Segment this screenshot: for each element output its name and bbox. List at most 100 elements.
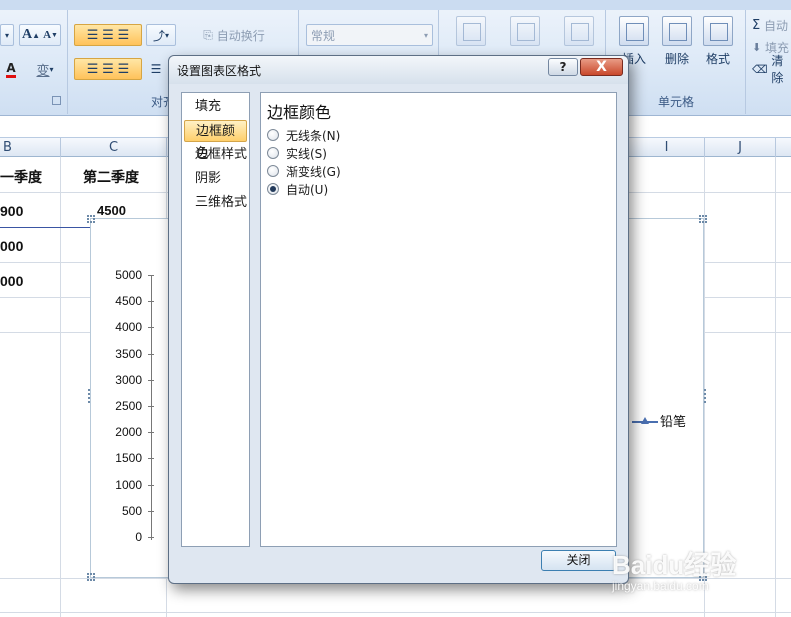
cell-c3[interactable]: 4500 <box>97 203 126 218</box>
format-button[interactable]: 格式 <box>695 14 741 90</box>
number-format-dropdown[interactable]: 常规 ▾ <box>306 24 433 46</box>
column-header-j[interactable]: J <box>705 138 776 157</box>
indent-button[interactable]: ☰ <box>146 58 166 80</box>
indent-icon: ☰ <box>150 62 162 76</box>
option-no-line[interactable]: 无线条(N) <box>267 127 340 143</box>
legend-line-marker-icon <box>632 416 658 424</box>
resize-handle[interactable] <box>701 389 706 403</box>
nav-border-style[interactable]: 边框样式 <box>184 144 247 166</box>
y-tick-label: 2000 <box>115 425 142 440</box>
resize-handle[interactable] <box>87 215 95 223</box>
panel-title: 边框颜色 <box>267 103 332 122</box>
legend-entry: 铅笔 <box>660 415 687 430</box>
delete-button[interactable]: 删除 <box>654 14 700 90</box>
watermark-logo: Baidu经验 <box>612 550 737 580</box>
align-center-icon: ☰ <box>102 61 114 77</box>
chart-legend[interactable]: 铅笔 <box>632 411 686 430</box>
radio-button[interactable] <box>267 147 279 159</box>
y-tick-label: 2500 <box>115 399 142 413</box>
dialog-title: 设置图表区格式 <box>177 64 262 78</box>
close-button[interactable]: 关闭 <box>541 550 616 571</box>
wrap-text-button[interactable]: ⎘ 自动换行 <box>197 24 271 46</box>
eraser-icon: ⌫ <box>752 62 768 76</box>
gridline <box>60 157 61 617</box>
y-tick-label: 3000 <box>115 372 142 387</box>
dialog-launcher-icon[interactable] <box>52 96 61 105</box>
dialog-panel: 边框颜色 无线条(N) 实线(S) 渐变线(G) 自动(U) <box>260 92 617 547</box>
y-tick-mark <box>148 484 154 486</box>
cell-b4[interactable]: 000 <box>0 238 23 254</box>
horizontal-align-buttons[interactable]: ☰ ☰ ☰ <box>74 58 142 80</box>
nav-3d-format[interactable]: 三维格式 <box>184 192 247 214</box>
font-size-buttons[interactable]: A ▲ A ▼ <box>19 24 61 46</box>
column-header-b[interactable]: B <box>0 138 61 157</box>
y-tick-label: 5000 <box>115 268 142 282</box>
y-tick-mark <box>148 510 154 512</box>
resize-handle[interactable] <box>87 573 95 581</box>
watermark-url: jingyan.baidu.com <box>612 579 709 593</box>
cell-styles-icon <box>564 16 594 46</box>
format-cells-icon <box>703 16 733 46</box>
cell-b3[interactable]: 900 <box>0 203 23 219</box>
y-tick-mark <box>148 458 154 460</box>
option-solid-line[interactable]: 实线(S) <box>267 145 327 161</box>
vertical-align-buttons[interactable]: ☰ ☰ ☰ <box>74 24 142 46</box>
font-group: ▾ A ▲ A ▼ A 变 ▾ <box>0 10 68 114</box>
dialog-close-x-button[interactable]: X <box>580 58 623 76</box>
conditional-format-icon <box>456 16 486 46</box>
column-header-i[interactable]: I <box>629 138 705 157</box>
font-color-button[interactable]: A <box>0 58 22 80</box>
align-right-icon: ☰ <box>117 61 130 77</box>
help-icon: ? <box>559 60 567 74</box>
y-tick-mark <box>148 379 154 381</box>
help-button[interactable]: ? <box>548 58 578 76</box>
gridline <box>0 612 791 613</box>
cell-b5[interactable]: 000 <box>0 273 23 289</box>
watermark: Baidu经验 jingyan.baidu.com <box>612 545 782 605</box>
cell-b2[interactable]: 一季度 <box>0 167 42 187</box>
align-middle-icon: ☰ <box>102 27 114 43</box>
sigma-icon: Σ <box>752 17 761 33</box>
option-gradient-line[interactable]: 渐变线(G) <box>267 163 341 179</box>
font-size-dropdown[interactable]: ▾ <box>0 24 14 46</box>
y-tick-mark <box>148 353 154 355</box>
nav-border-color[interactable]: 边框颜色 <box>184 120 247 161</box>
align-top-icon: ☰ <box>86 27 99 43</box>
orientation-icon: ⤴ <box>152 28 165 43</box>
resize-handle[interactable] <box>699 215 707 223</box>
y-tick-mark <box>148 275 154 276</box>
y-tick-mark <box>148 537 154 538</box>
nav-shadow[interactable]: 阴影 <box>184 168 247 190</box>
option-automatic[interactable]: 自动(U) <box>267 181 328 197</box>
autosum-button[interactable]: Σ 自动 <box>751 14 791 36</box>
y-tick-label: 1000 <box>115 477 142 492</box>
dialog-titlebar[interactable]: 设置图表区格式 ? X <box>169 56 628 84</box>
align-left-icon: ☰ <box>86 61 99 77</box>
ribbon-tab-strip <box>0 0 791 10</box>
y-tick-label: 4500 <box>115 294 142 309</box>
phonetic-button[interactable]: 变 ▾ <box>28 58 62 80</box>
cell-c2[interactable]: 第二季度 <box>83 167 139 187</box>
format-chart-area-dialog: 设置图表区格式 ? X 填充 边框颜色 边框样式 阴影 三维格式 边框颜色 无线… <box>168 55 629 584</box>
table-format-icon <box>510 16 540 46</box>
y-axis-line <box>151 275 152 540</box>
chevron-down-icon: ▾ <box>423 30 428 40</box>
y-tick-mark <box>148 432 154 434</box>
radio-button-checked[interactable] <box>267 183 279 195</box>
align-bottom-icon: ☰ <box>117 27 130 43</box>
grow-font-button[interactable]: A <box>22 27 32 43</box>
orientation-button[interactable]: ⤴ ▾ <box>146 24 176 46</box>
wrap-text-icon: ⎘ <box>203 27 213 42</box>
close-icon: X <box>596 59 607 75</box>
nav-fill[interactable]: 填充 <box>184 96 247 118</box>
radio-button[interactable] <box>267 165 279 177</box>
radio-button[interactable] <box>267 129 279 141</box>
column-header-c[interactable]: C <box>61 138 167 157</box>
y-tick-mark <box>148 327 154 329</box>
dialog-nav: 填充 边框颜色 边框样式 阴影 三维格式 <box>181 92 250 547</box>
clear-button[interactable]: ⌫ 清除 <box>751 54 791 85</box>
shrink-font-button[interactable]: A <box>43 29 51 41</box>
insert-cells-icon <box>619 16 649 46</box>
delete-cells-icon <box>662 16 692 46</box>
y-tick-label: 500 <box>121 503 142 518</box>
